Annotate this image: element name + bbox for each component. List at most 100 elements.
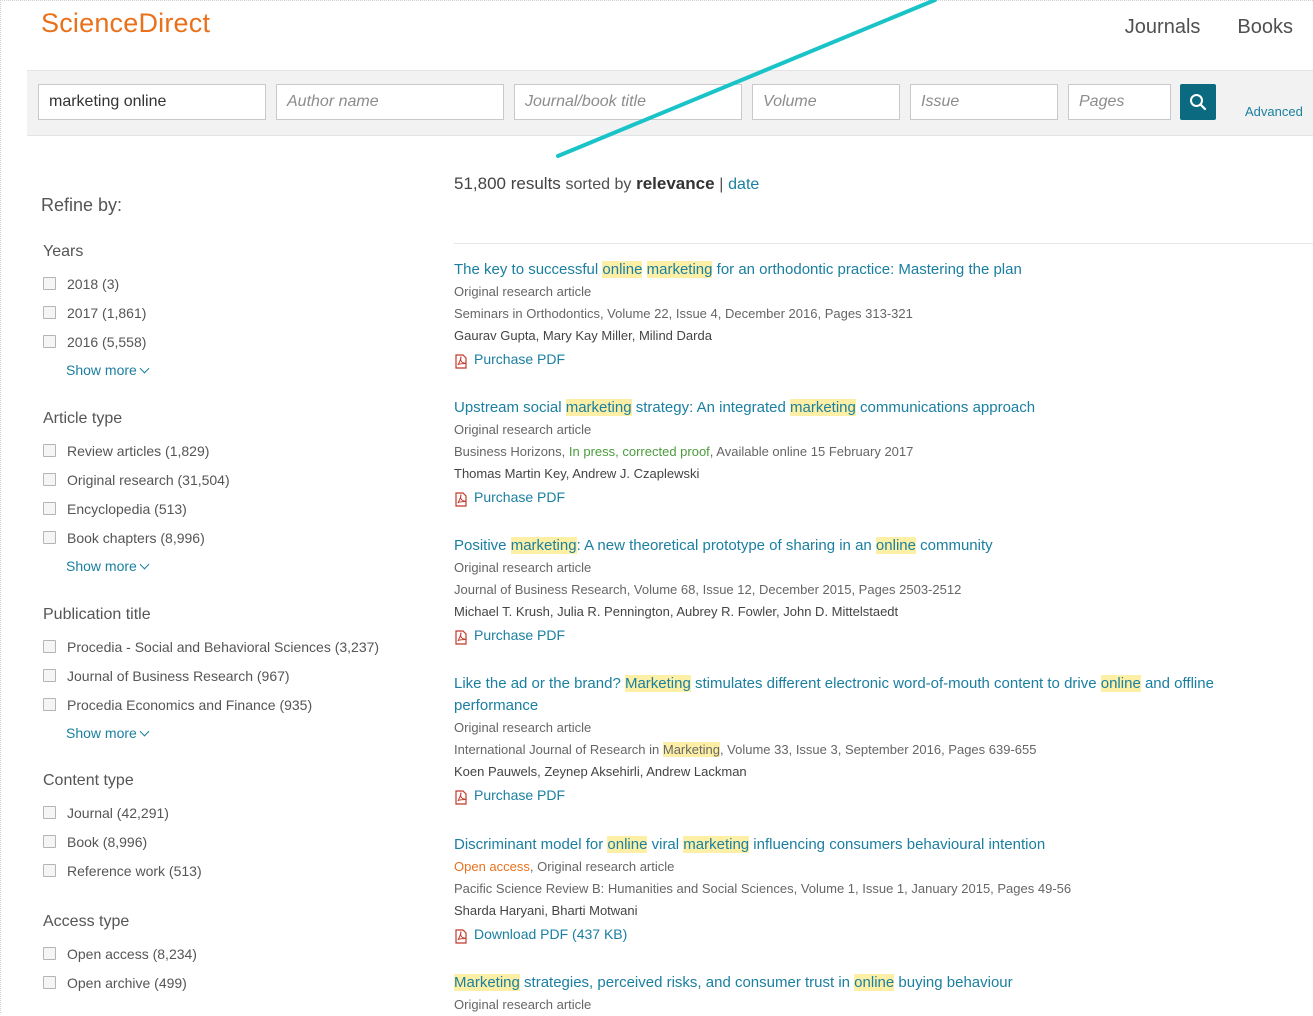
nav-journals[interactable]: Journals: [1125, 16, 1201, 39]
checkbox[interactable]: [43, 502, 56, 515]
facet-content-type: Content type Journal (42,291) Book (8,99…: [43, 772, 202, 885]
search-bar: marketing online Author name Journal/boo…: [27, 70, 1313, 136]
facet-title: Content type: [43, 772, 134, 789]
result-title[interactable]: Marketing strategies, perceived risks, a…: [454, 972, 1301, 994]
show-more-label: Show more: [66, 362, 137, 378]
facet-title: Article type: [43, 410, 123, 427]
result-authors: Thomas Martin Key, Andrew J. Czaplewski: [454, 466, 700, 481]
purchase-pdf-link[interactable]: Purchase PDF: [454, 623, 565, 647]
result-item: Like the ad or the brand? Marketing stim…: [454, 673, 1301, 810]
facet-option-label: Open archive (499): [67, 974, 187, 991]
result-article-type: Original research article: [454, 720, 592, 735]
checkbox[interactable]: [43, 473, 56, 486]
facet-option[interactable]: Original research (31,504): [43, 465, 230, 494]
pdf-icon: [454, 788, 468, 805]
show-more-years[interactable]: Show more: [66, 356, 150, 384]
checkbox[interactable]: [43, 698, 56, 711]
facet-option-label: Encyclopedia (513): [67, 500, 187, 517]
results-count: 51,800 results: [454, 174, 561, 193]
result-authors: Gaurav Gupta, Mary Kay Miller, Milind Da…: [454, 328, 712, 343]
checkbox[interactable]: [43, 806, 56, 819]
facet-title: Years: [43, 243, 84, 260]
checkbox[interactable]: [43, 306, 56, 319]
facet-option[interactable]: Open archive (499): [43, 968, 197, 997]
facet-publication-title: Publication title Procedia - Social and …: [43, 606, 379, 747]
results-summary: 51,800 results sorted by relevance | dat…: [454, 174, 759, 194]
result-source: Pacific Science Review B: Humanities and…: [454, 881, 1072, 896]
sort-separator: |: [719, 176, 724, 193]
top-navigation: Journals Books: [1125, 16, 1293, 39]
purchase-pdf-link[interactable]: Purchase PDF: [454, 347, 565, 371]
facet-option-label: Journal (42,291): [67, 804, 169, 821]
nav-books[interactable]: Books: [1237, 16, 1293, 39]
purchase-pdf-link[interactable]: Purchase PDF: [454, 485, 565, 509]
facet-option[interactable]: Book (8,996): [43, 827, 202, 856]
keywords-input[interactable]: marketing online: [38, 84, 266, 120]
checkbox[interactable]: [43, 444, 56, 457]
checkbox[interactable]: [43, 277, 56, 290]
result-title[interactable]: Positive marketing: A new theoretical pr…: [454, 535, 1301, 557]
checkbox[interactable]: [43, 864, 56, 877]
facet-option[interactable]: Review articles (1,829): [43, 436, 230, 465]
facet-option[interactable]: Journal (42,291): [43, 798, 202, 827]
author-input[interactable]: Author name: [276, 84, 504, 120]
facet-option-label: Reference work (513): [67, 862, 202, 879]
checkbox[interactable]: [43, 640, 56, 653]
result-item: The key to successful online marketing f…: [454, 259, 1301, 374]
show-more-article-type[interactable]: Show more: [66, 552, 150, 580]
result-item: Marketing strategies, perceived risks, a…: [454, 972, 1301, 1016]
result-article-type: Original research article: [454, 560, 592, 575]
result-title[interactable]: Upstream social marketing strategy: An i…: [454, 397, 1301, 419]
checkbox[interactable]: [43, 669, 56, 682]
show-more-label: Show more: [66, 725, 137, 741]
checkbox[interactable]: [43, 976, 56, 989]
search-button[interactable]: [1180, 84, 1216, 120]
facet-option-label: Review articles (1,829): [67, 442, 210, 459]
result-source: Journal of Business Research, Volume 68,…: [454, 582, 962, 597]
facet-option-label: Book chapters (8,996): [67, 529, 205, 546]
result-item: Discriminant model for online viral mark…: [454, 834, 1301, 949]
facet-option[interactable]: Book chapters (8,996): [43, 523, 230, 552]
search-icon: [1190, 94, 1207, 111]
facet-option[interactable]: 2016 (5,558): [43, 327, 148, 356]
facet-option[interactable]: Procedia - Social and Behavioral Science…: [43, 632, 379, 661]
checkbox[interactable]: [43, 335, 56, 348]
show-more-publication-title[interactable]: Show more: [66, 719, 150, 747]
result-authors: Sharda Haryani, Bharti Motwani: [454, 903, 638, 918]
result-source: Business Horizons, In press, corrected p…: [454, 444, 914, 459]
checkbox[interactable]: [43, 947, 56, 960]
pdf-icon: [454, 352, 468, 369]
facet-option-label: Procedia - Social and Behavioral Science…: [67, 638, 380, 655]
volume-input[interactable]: Volume: [752, 84, 900, 120]
sort-date-link[interactable]: date: [728, 176, 759, 193]
facet-option[interactable]: Open access (8,234): [43, 939, 197, 968]
sciencedirect-logo[interactable]: ScienceDirect: [41, 8, 210, 39]
facet-option[interactable]: Procedia Economics and Finance (935): [43, 690, 379, 719]
pages-input[interactable]: Pages: [1068, 84, 1171, 120]
journal-title-input[interactable]: Journal/book title: [514, 84, 742, 120]
result-title[interactable]: Like the ad or the brand? Marketing stim…: [454, 673, 1301, 717]
page-left-border: [0, 0, 4, 1013]
download-pdf-link[interactable]: Download PDF (437 KB): [454, 922, 627, 946]
issue-input[interactable]: Issue: [910, 84, 1058, 120]
facet-title: Publication title: [43, 606, 151, 623]
facet-option[interactable]: Reference work (513): [43, 856, 202, 885]
results-divider: [454, 243, 1313, 244]
facet-option[interactable]: Journal of Business Research (967): [43, 661, 379, 690]
pdf-icon: [454, 927, 468, 944]
facet-option[interactable]: 2017 (1,861): [43, 298, 148, 327]
sorted-by-label: sorted by: [565, 176, 632, 193]
facet-option-label: Book (8,996): [67, 833, 148, 850]
facet-option[interactable]: Encyclopedia (513): [43, 494, 230, 523]
result-title[interactable]: Discriminant model for online viral mark…: [454, 834, 1301, 856]
result-title[interactable]: The key to successful online marketing f…: [454, 259, 1301, 281]
facet-option[interactable]: 2018 (3): [43, 269, 148, 298]
advanced-search-link[interactable]: Advanced: [1245, 104, 1303, 119]
open-access-badge: Open access: [454, 859, 530, 874]
purchase-pdf-link[interactable]: Purchase PDF: [454, 783, 565, 807]
checkbox[interactable]: [43, 835, 56, 848]
result-item: Upstream social marketing strategy: An i…: [454, 397, 1301, 512]
checkbox[interactable]: [43, 531, 56, 544]
pdf-icon: [454, 490, 468, 507]
facet-option-label: Journal of Business Research (967): [67, 667, 290, 684]
